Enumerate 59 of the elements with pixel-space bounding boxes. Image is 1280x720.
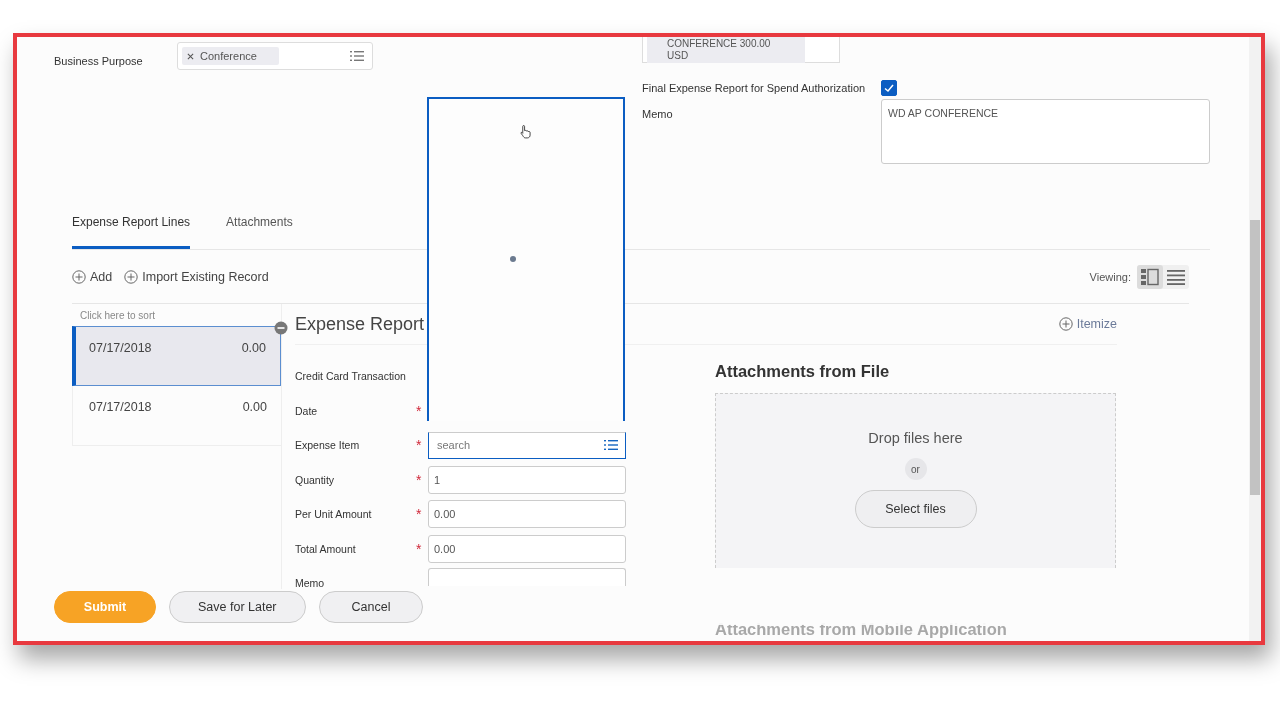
field-label: Business Purpose xyxy=(54,55,144,67)
required-mark: * xyxy=(416,471,423,488)
check-icon xyxy=(883,82,895,94)
expense-line[interactable]: 07/17/2018 0.00 xyxy=(72,386,281,446)
line-date: 07/17/2018 xyxy=(89,400,152,416)
selected-tag[interactable]: Conference xyxy=(182,47,279,65)
plus-circle-icon xyxy=(124,269,139,284)
remove-icon[interactable] xyxy=(187,52,194,60)
select-files-button[interactable]: Select files xyxy=(854,490,977,528)
field-label: Final Expense Report for Spend Authorization xyxy=(642,82,867,94)
add-link[interactable]: Import Existing Record xyxy=(124,269,269,284)
hand-cursor-icon xyxy=(520,124,531,139)
loading-dot xyxy=(510,256,516,262)
input-field[interactable]: 0.00 xyxy=(428,500,626,529)
input-field[interactable]: 1 xyxy=(428,465,626,494)
form-button[interactable]: Save for Later xyxy=(169,591,306,623)
section-title: Attachments from Mobile Application xyxy=(715,620,1008,639)
add-link[interactable]: Add xyxy=(72,269,113,284)
required-mark: * xyxy=(416,402,423,419)
checkbox[interactable] xyxy=(881,80,897,96)
sort-header[interactable]: Click here to sort xyxy=(72,304,281,326)
line-amount: 0.00 xyxy=(241,341,266,357)
memo-textarea[interactable]: WD AP CONFERENCE xyxy=(881,99,1210,164)
search-field[interactable]: search xyxy=(428,431,626,459)
field-label: Memo xyxy=(295,577,326,590)
list-icon[interactable] xyxy=(350,50,364,62)
or-label: or xyxy=(904,458,927,480)
business-purpose-field[interactable]: Conference xyxy=(177,42,373,70)
drop-zone[interactable]: Drop files here or Select files xyxy=(715,393,1116,568)
field-label: Date xyxy=(295,404,319,417)
viewing-label: Viewing: xyxy=(1089,270,1131,283)
field-label: Quantity xyxy=(295,473,336,486)
required-mark: * xyxy=(416,506,423,523)
selected-tag[interactable]: CONFERENCE 300.00 USD xyxy=(647,37,805,63)
scrollbar[interactable] xyxy=(1249,37,1261,641)
section-title: Attachments from File xyxy=(715,362,891,382)
line-amount: 0.00 xyxy=(242,400,267,416)
required-mark: * xyxy=(416,540,423,557)
drop-hint: Drop files here xyxy=(868,430,963,446)
line-date: 07/17/2018 xyxy=(89,341,152,357)
field-label: Credit Card Transaction xyxy=(295,370,407,383)
field-label: Memo xyxy=(642,108,674,120)
plus-circle-icon xyxy=(72,269,86,284)
field-label: Expense Item xyxy=(295,439,361,452)
itemize-link[interactable]: Itemize xyxy=(1058,317,1117,331)
tab[interactable]: Attachments xyxy=(226,209,293,249)
field-label: Per Unit Amount xyxy=(295,508,373,521)
split-view-icon[interactable] xyxy=(1137,264,1163,289)
list-icon[interactable] xyxy=(604,439,618,452)
plus-circle-icon xyxy=(1058,317,1073,331)
remove-icon[interactable] xyxy=(274,321,288,335)
input-field[interactable] xyxy=(428,568,626,586)
required-mark: * xyxy=(416,437,423,454)
field-label: Total Amount xyxy=(295,542,357,555)
input-field[interactable]: 0.00 xyxy=(428,534,626,563)
form-button[interactable]: Cancel xyxy=(318,591,424,623)
tab[interactable]: Expense Report Lines xyxy=(72,209,191,249)
spend-authorization-field[interactable]: CONFERENCE 300.00 USD xyxy=(642,37,840,63)
detail-title: Expense Report xyxy=(295,313,425,335)
